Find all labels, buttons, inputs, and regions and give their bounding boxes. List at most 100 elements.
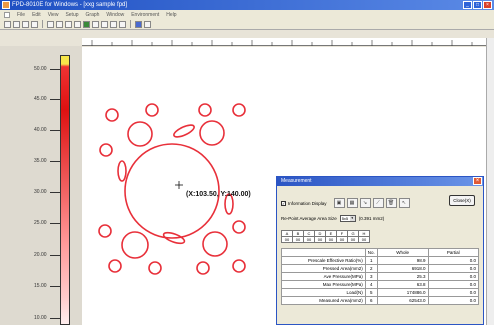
dialog-close-icon[interactable]: × [473,177,482,185]
region-value[interactable]: 00 [336,236,348,243]
menu-bar: File Edit View Setup Graph Window Enviro… [0,10,494,19]
scale-tick [50,255,60,256]
maximize-button[interactable]: □ [473,1,482,9]
save-icon[interactable] [22,20,29,28]
menu-help[interactable]: Help [166,12,176,18]
copy-icon[interactable] [47,20,54,28]
select-icon[interactable] [110,20,117,28]
row-label: Max Pressure(MPa) [281,280,366,289]
line-icon[interactable]: ⟋ [372,198,384,208]
table-row: Ave Pressure(MPa) 3 25.3 0.0 [281,272,479,281]
slot [117,160,127,182]
small-ring [232,220,246,234]
point-icon[interactable] [101,20,108,28]
ring [121,231,149,259]
scale-label: 20.00 [34,252,47,258]
region-value[interactable]: 00 [314,236,326,243]
region-value[interactable]: 00 [347,236,359,243]
new-file-icon[interactable] [4,20,11,28]
info-display-row: ✓ Information Display ▣ ▦ ↘ ⟋ 🗑 ↖ [281,198,410,208]
scale-tick [50,161,60,162]
menu-window[interactable]: Window [106,12,124,18]
small-ring [232,259,246,273]
scale-label: 30.00 [34,189,47,195]
horizontal-ruler [82,38,486,46]
toolbar [0,19,494,30]
scale-label: 10.00 [34,315,47,321]
partial-value: 0.0 [427,296,479,305]
menu-file[interactable]: File [17,12,25,18]
region-value[interactable]: 00 [358,236,370,243]
menu-view[interactable]: View [48,12,59,18]
zoom-icon[interactable] [65,20,72,28]
partial-value: 0.0 [427,264,479,273]
small-ring [198,103,212,117]
region-value[interactable]: 00 [303,236,315,243]
ring [199,120,225,146]
region-value[interactable]: 00 [292,236,304,243]
menu-edit[interactable]: Edit [32,12,41,18]
row-number: 5 [364,288,378,297]
dialog-titlebar: Measurement × [277,177,483,186]
small-ring [145,103,159,117]
color-map-icon[interactable] [83,20,90,28]
window-close-button[interactable]: × [483,1,492,9]
open-folder-icon[interactable] [13,20,20,28]
whole-area-icon[interactable]: ▣ [333,198,345,208]
small-ring [232,103,246,117]
minimize-button[interactable]: _ [463,1,472,9]
vertical-scrollbar[interactable] [486,38,494,325]
table-icon[interactable] [74,20,81,28]
menu-graph[interactable]: Graph [86,12,100,18]
scale-label: 45.00 [34,96,47,102]
info-display-label: Information Display [288,200,327,206]
row-number: 6 [364,296,378,305]
column-header: Partial [427,248,479,257]
info-display-checkbox[interactable]: ✓ [281,200,286,206]
close-button[interactable]: Close(X) [449,195,475,206]
grid-icon[interactable]: ▦ [346,198,358,208]
scale-tick [50,318,60,319]
small-ring [98,224,112,238]
scale-tick [50,99,60,100]
column-header: No. [364,248,378,257]
scale-tick [50,69,60,70]
row-number: 4 [364,280,378,289]
menu-environment[interactable]: Environment [131,12,159,18]
region-value[interactable]: 00 [325,236,337,243]
column-header: Whole [376,248,429,257]
window-titlebar: FPD-8010E for Windows - [xxg sample fpd]… [0,0,494,10]
graph-icon[interactable] [56,20,63,28]
slot [173,124,195,138]
partial-value: 0.0 [427,256,479,265]
pointer-icon[interactable]: ↖ [398,198,410,208]
menu-setup[interactable]: Setup [65,12,78,18]
help-icon[interactable] [144,20,151,28]
partial-value: 0.0 [427,280,479,289]
scale-label: 40.00 [34,127,47,133]
scale-label: 15.00 [34,283,47,289]
area-icon[interactable] [92,20,99,28]
app-icon [2,1,10,9]
region-value[interactable]: 00 [281,236,293,243]
delete-icon[interactable]: 🗑 [385,198,397,208]
scale-tick [50,130,60,131]
table-header: No. Whole Partial [281,248,479,257]
print-icon[interactable] [31,20,38,28]
scale-label: 35.00 [34,158,47,164]
info-icon[interactable] [135,20,142,28]
area-size-row: Re-Point Average Area Size 5x5 ▼ (0.391 … [281,215,384,222]
scale-tick [50,223,60,224]
area-size-select[interactable]: 5x5 ▼ [339,215,356,222]
scale-tick [50,192,60,193]
point-icon[interactable]: ↘ [359,198,371,208]
table-row: Max Pressure(MPa) 4 63.8 0.0 [281,280,479,289]
row-label: Measured Area(mm2) [281,296,366,305]
measure-icon[interactable] [119,20,126,28]
toolbar-separator [130,20,131,28]
row-label: Load(N) [281,288,366,297]
partial-value: 0.0 [427,288,479,297]
partial-value: 0.0 [427,272,479,281]
dialog-title: Measurement [281,178,312,184]
area-size-unit: (0.391 mm2) [358,216,385,221]
